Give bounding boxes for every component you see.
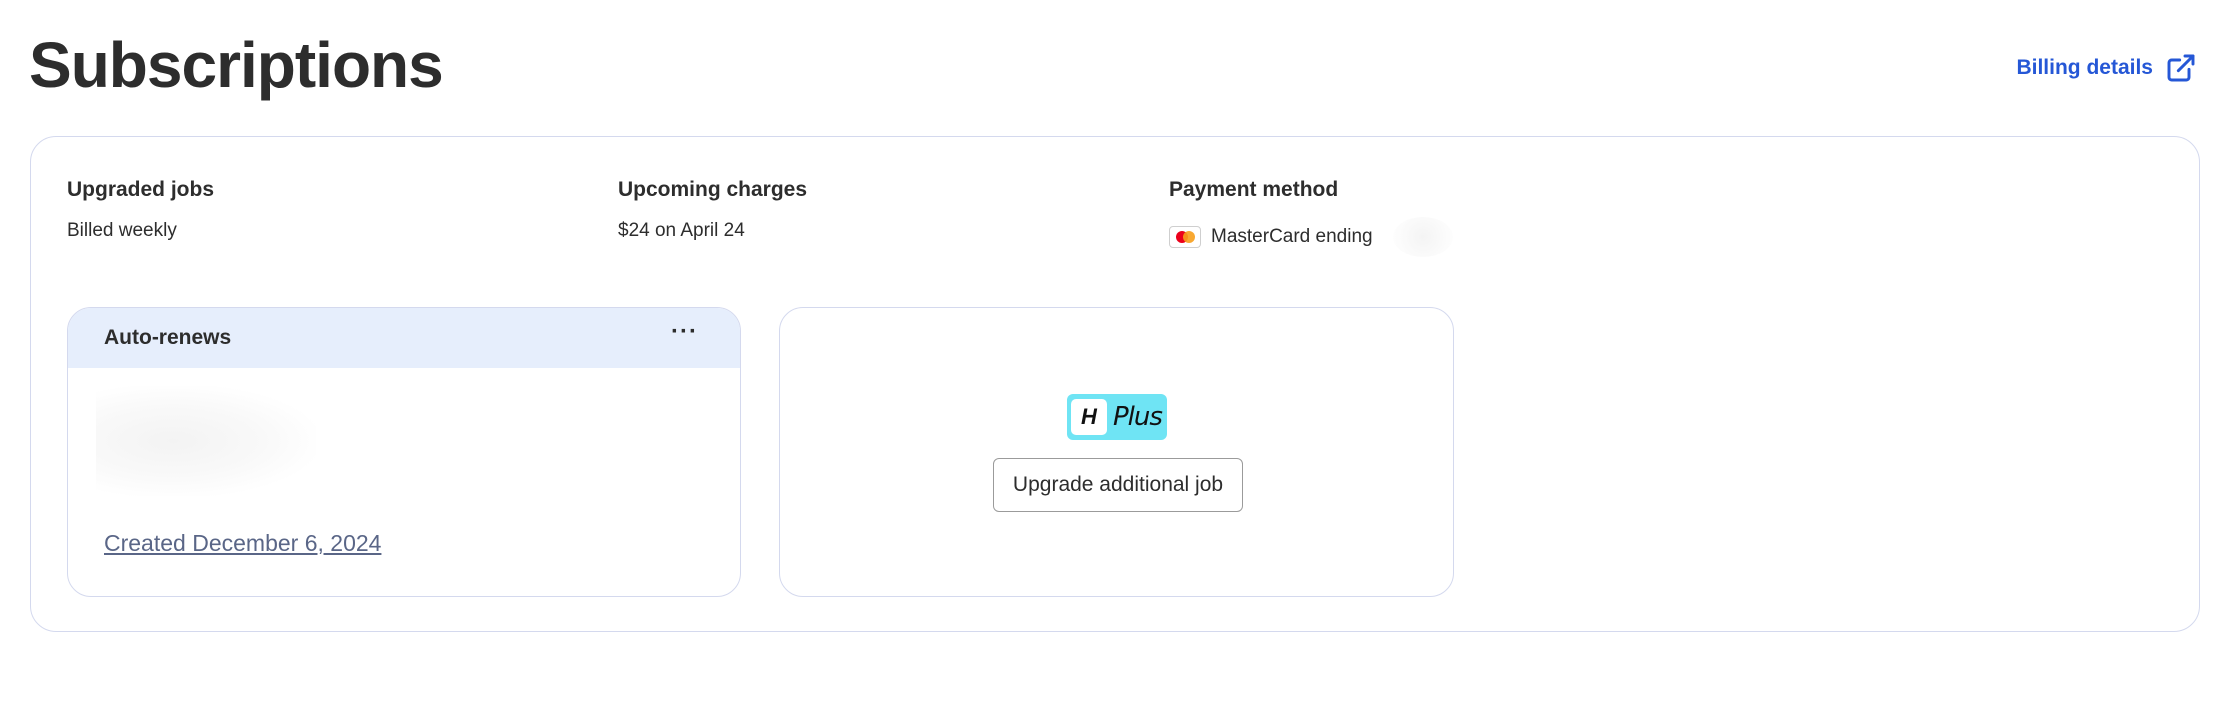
auto-renews-status: Auto-renews — [104, 326, 232, 349]
plus-logo: H Plus — [1067, 394, 1167, 440]
payment-method-value: MasterCard ending — [1211, 226, 1373, 247]
job-subscription-card: Auto-renews ··· Created December 6, 2024 — [67, 307, 741, 597]
billing-frequency: Billed weekly — [67, 220, 177, 241]
external-link-icon — [2167, 54, 2195, 82]
more-options-button[interactable]: ··· — [665, 320, 704, 344]
upgrade-job-card: H Plus Upgrade additional job — [779, 307, 1454, 597]
subscription-summary-card: Upgraded jobs Billed weekly Upcoming cha… — [30, 136, 2200, 632]
redacted-card-digits — [1392, 217, 1453, 257]
redacted-job-info — [96, 386, 316, 496]
subscriptions-page: Subscriptions Billing details Upgraded j… — [0, 0, 2232, 704]
billing-details-label: Billing details — [2016, 56, 2153, 79]
upcoming-charges-label: Upcoming charges — [618, 178, 808, 201]
payment-method-stat: Payment method MasterCard ending — [1169, 175, 1453, 257]
plus-logo-h: H — [1071, 399, 1107, 435]
mastercard-icon — [1169, 226, 1201, 248]
billing-details-link[interactable]: Billing details — [2016, 52, 2197, 84]
upgrade-additional-job-button[interactable]: Upgrade additional job — [993, 458, 1243, 512]
upcoming-charges-stat: Upcoming charges $24 on April 24 — [618, 175, 807, 245]
page-title: Subscriptions — [29, 29, 444, 101]
job-card-header: Auto-renews ··· — [68, 308, 740, 368]
upgraded-jobs-stat: Upgraded jobs Billed weekly — [67, 175, 214, 245]
upgraded-jobs-label: Upgraded jobs — [67, 178, 215, 201]
payment-method-value-row: MasterCard ending — [1169, 217, 1453, 257]
upcoming-charge-value: $24 on April 24 — [618, 220, 745, 241]
payment-method-label: Payment method — [1169, 178, 1339, 201]
plus-logo-text: Plus — [1113, 402, 1163, 432]
created-date-link[interactable]: Created December 6, 2024 — [104, 530, 381, 557]
